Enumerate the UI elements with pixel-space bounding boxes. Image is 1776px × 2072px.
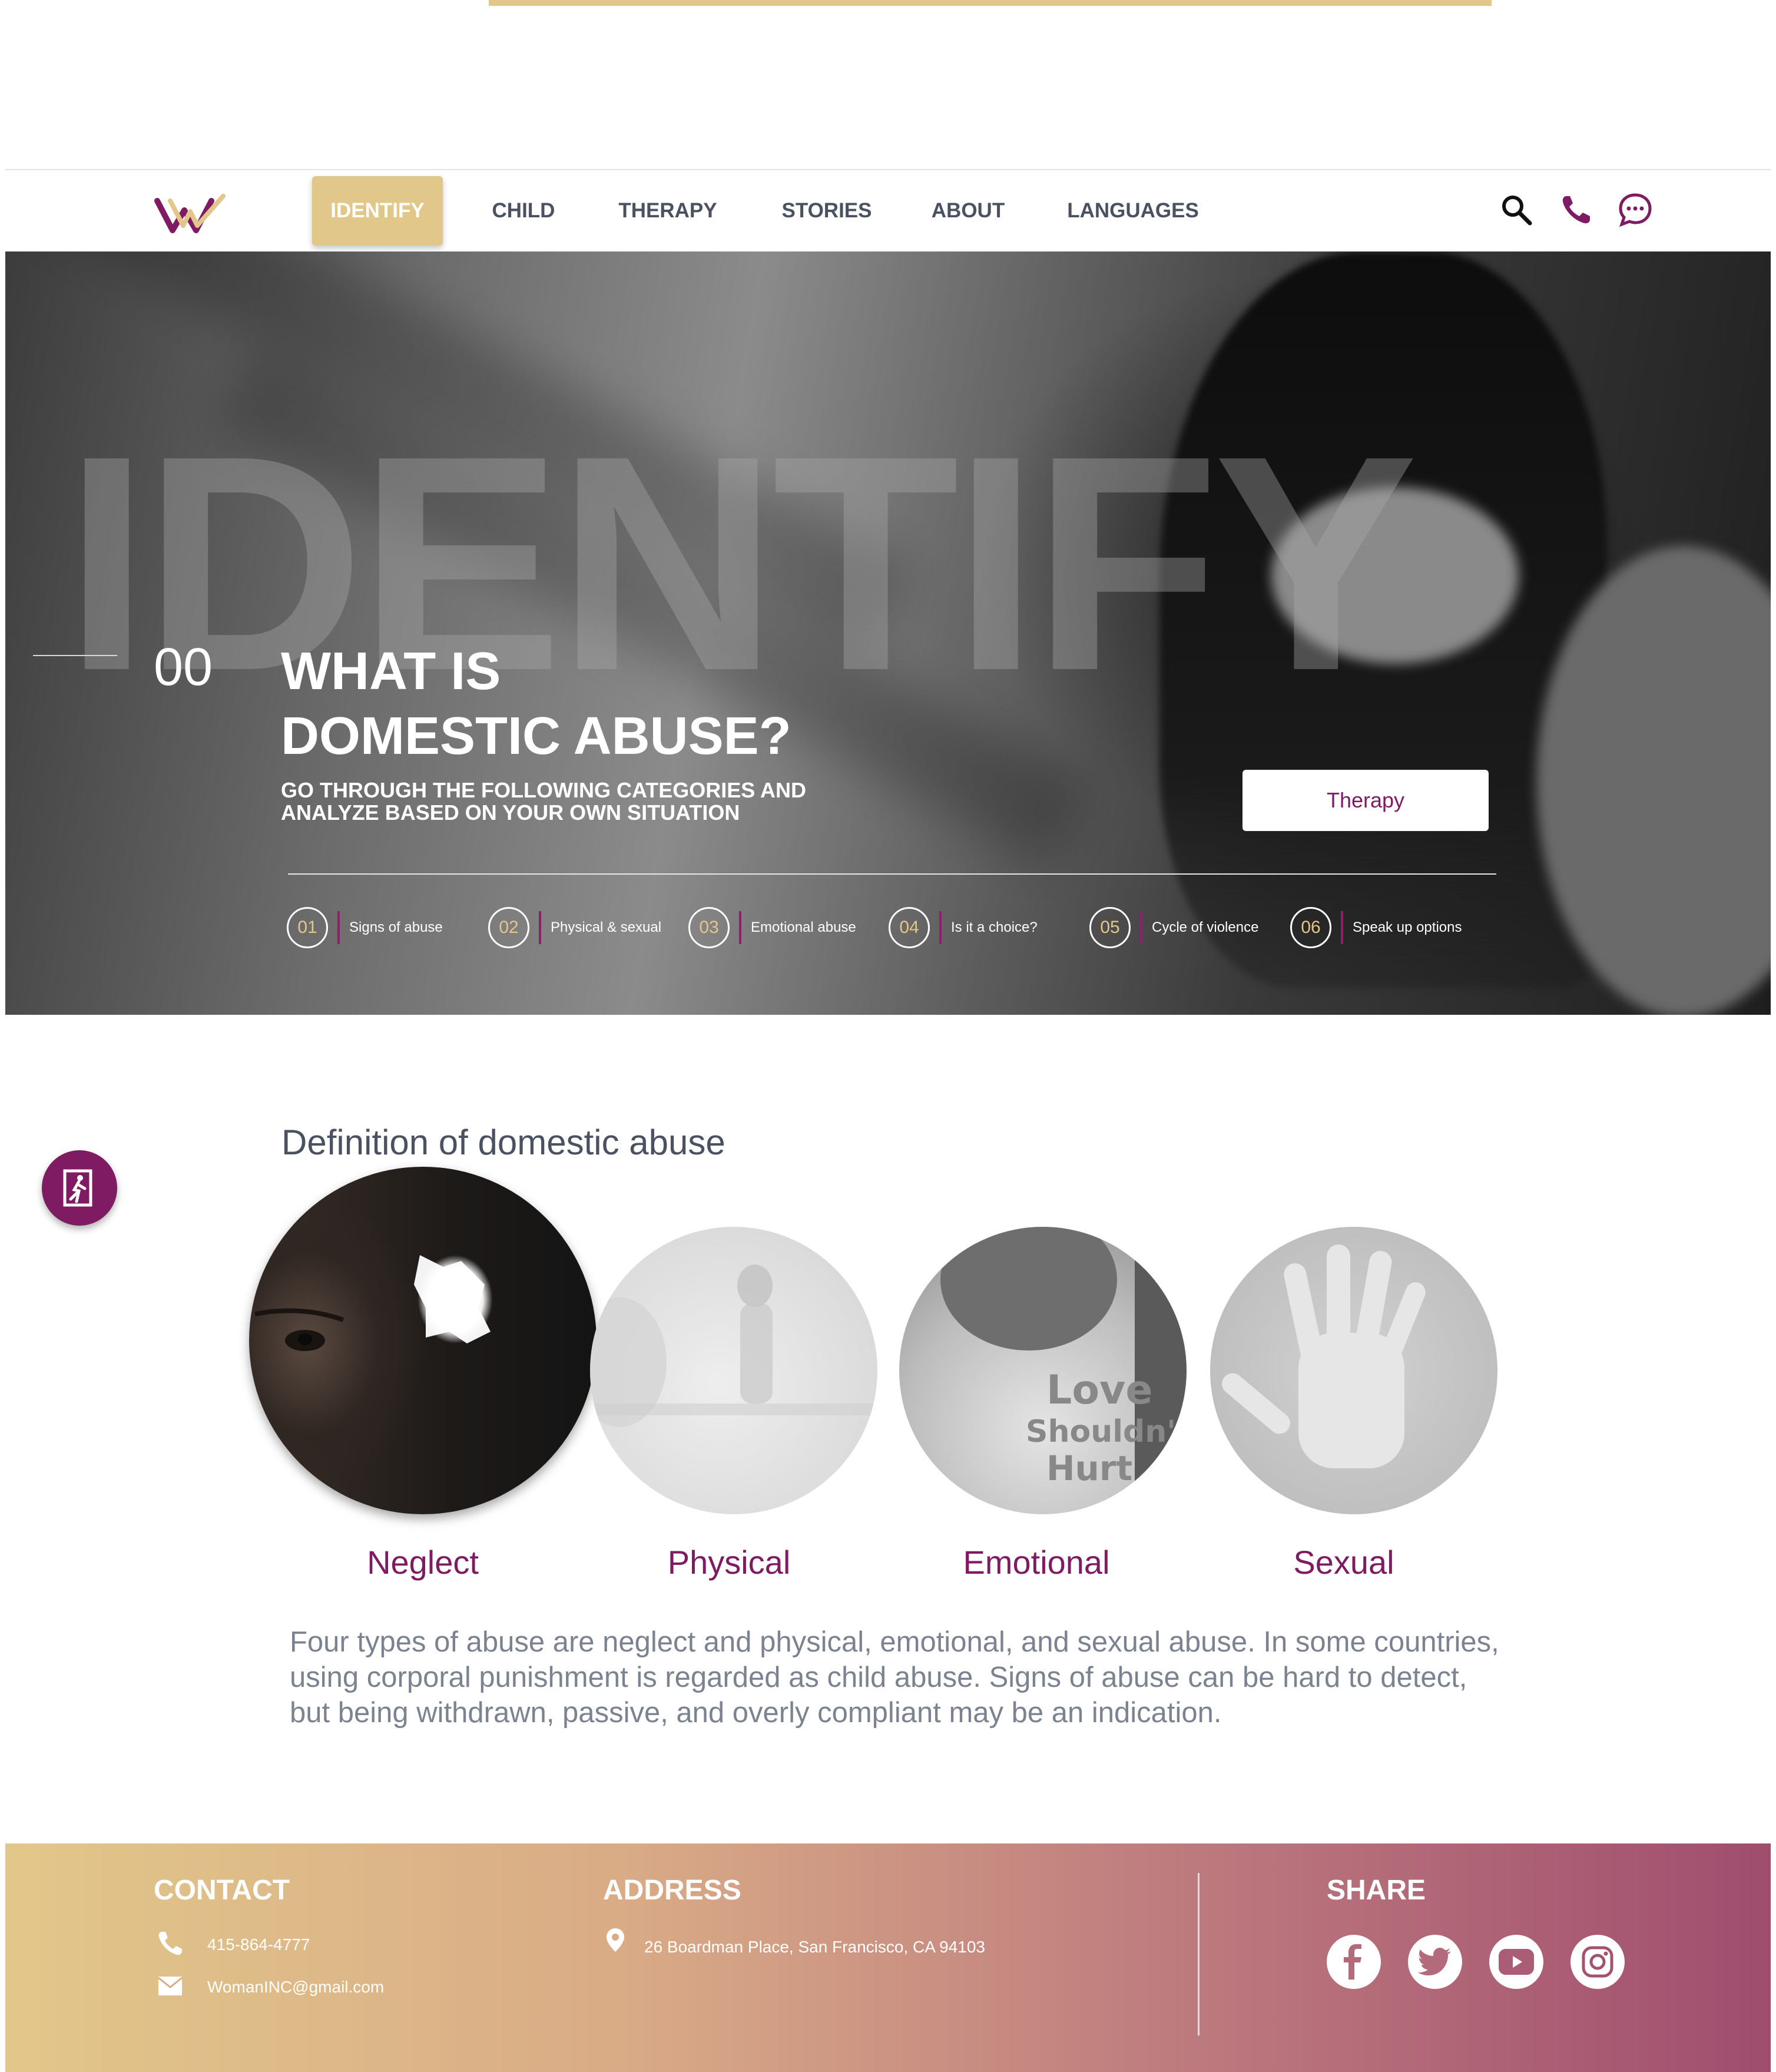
emotional-image-text: Hurt: [1046, 1448, 1132, 1488]
exit-door-icon: [63, 1169, 92, 1207]
emotional-image-text: Shouldn't: [1026, 1414, 1187, 1449]
hero-subtitle: GO THROUGH THE FOLLOWING CATEGORIES AND …: [281, 779, 870, 824]
category-accent-bar: [1140, 911, 1142, 944]
category-label: Physical & sexual: [551, 919, 662, 935]
category-emotional-abuse[interactable]: 03 Emotional abuse: [688, 904, 856, 951]
category-number: 02: [488, 907, 529, 948]
contact-heading: CONTACT: [154, 1875, 290, 1906]
type-label-sexual[interactable]: Sexual: [1293, 1543, 1394, 1581]
phone-icon: [158, 1932, 182, 1955]
hero-title-line: WHAT IS: [281, 642, 501, 701]
quick-exit-button[interactable]: [42, 1150, 117, 1226]
neglect-eye-photo: [254, 1255, 491, 1351]
category-speak-up-options[interactable]: 06 Speak up options: [1290, 904, 1462, 951]
nav-about[interactable]: ABOUT: [912, 176, 1024, 246]
category-label: Speak up options: [1353, 919, 1462, 935]
category-number: 01: [287, 907, 328, 948]
category-number: 06: [1290, 907, 1331, 948]
category-accent-bar: [939, 911, 942, 944]
physical-photo: [590, 1265, 877, 1427]
search-icon[interactable]: [1498, 191, 1535, 228]
hero-section: IDENTIFY 00 WHAT IS DOMESTIC ABUSE? GO T…: [5, 251, 1771, 1015]
address-heading: ADDRESS: [603, 1875, 741, 1906]
hero-section-number: 00: [154, 638, 213, 697]
category-number: 04: [889, 907, 930, 948]
nav-identify[interactable]: IDENTIFY: [312, 176, 443, 246]
therapy-button[interactable]: Therapy: [1242, 770, 1489, 831]
emotional-image-text: Love: [1046, 1367, 1153, 1414]
category-physical-sexual[interactable]: 02 Physical & sexual: [488, 904, 661, 951]
chat-icon[interactable]: [1617, 191, 1654, 228]
category-accent-bar: [539, 911, 541, 944]
nav-therapy[interactable]: THERAPY: [600, 176, 735, 246]
phone-icon[interactable]: [1558, 191, 1595, 228]
hero-subtitle-line: ANALYZE BASED ON YOUR OWN SITUATION: [281, 800, 740, 825]
category-label: Emotional abuse: [751, 919, 856, 935]
hero-title: WHAT IS DOMESTIC ABUSE?: [281, 639, 929, 769]
contact-email[interactable]: WomanINC@gmail.com: [207, 1978, 384, 1997]
category-number: 03: [688, 907, 730, 948]
address-text: 26 Boardman Place, San Francisco, CA 941…: [644, 1938, 986, 1956]
category-signs-of-abuse[interactable]: 01 Signs of abuse: [287, 904, 443, 951]
hero-title-line: DOMESTIC ABUSE?: [281, 707, 791, 766]
physical-image[interactable]: [590, 1227, 877, 1514]
sexual-image[interactable]: [1210, 1227, 1497, 1514]
hero-divider: [288, 873, 1496, 875]
logo-icon[interactable]: [154, 190, 227, 235]
instagram-icon[interactable]: [1570, 1935, 1625, 1989]
youtube-icon[interactable]: [1489, 1935, 1543, 1989]
facebook-icon[interactable]: [1327, 1935, 1381, 1989]
type-label-emotional[interactable]: Emotional: [963, 1543, 1109, 1581]
category-label: Signs of abuse: [349, 919, 443, 935]
category-number: 05: [1089, 907, 1131, 948]
type-label-physical[interactable]: Physical: [668, 1543, 791, 1581]
top-accent-strip: [489, 0, 1492, 6]
emotional-photo: Love Shouldn't Hurt: [940, 1227, 1187, 1514]
contact-phone[interactable]: 415-864-4777: [207, 1935, 310, 1954]
sexual-hand-photo: [1222, 1244, 1426, 1468]
twitter-icon[interactable]: [1408, 1935, 1462, 1989]
nav-child[interactable]: CHILD: [470, 176, 576, 246]
share-heading: SHARE: [1327, 1875, 1426, 1906]
category-accent-bar: [739, 911, 741, 944]
footer-divider: [1198, 1873, 1200, 2035]
category-cycle-of-violence[interactable]: 05 Cycle of violence: [1089, 904, 1258, 951]
nav-stories[interactable]: STORIES: [759, 176, 894, 246]
definition-title: Definition of domestic abuse: [281, 1123, 725, 1162]
location-pin-icon: [607, 1928, 624, 1952]
category-is-it-a-choice[interactable]: 04 Is it a choice?: [889, 904, 1038, 951]
category-label: Is it a choice?: [951, 919, 1038, 935]
neglect-image[interactable]: [249, 1167, 597, 1514]
navbar: IDENTIFY CHILD THERAPY STORIES ABOUT LAN…: [5, 169, 1771, 251]
definition-paragraph: Four types of abuse are neglect and phys…: [290, 1626, 1499, 1729]
hero-left-rule: [33, 655, 117, 656]
nav-languages[interactable]: LANGUAGES: [1053, 176, 1212, 246]
category-accent-bar: [337, 911, 340, 944]
email-icon: [158, 1977, 183, 1995]
category-label: Cycle of violence: [1152, 919, 1259, 935]
type-label-neglect[interactable]: Neglect: [367, 1543, 479, 1581]
category-accent-bar: [1341, 911, 1343, 944]
footer: CONTACT 415-864-4777 WomanINC@gmail.com …: [5, 1843, 1771, 2072]
emotional-image[interactable]: Love Shouldn't Hurt: [899, 1227, 1187, 1514]
hero-subtitle-line: GO THROUGH THE FOLLOWING CATEGORIES AND: [281, 778, 806, 802]
